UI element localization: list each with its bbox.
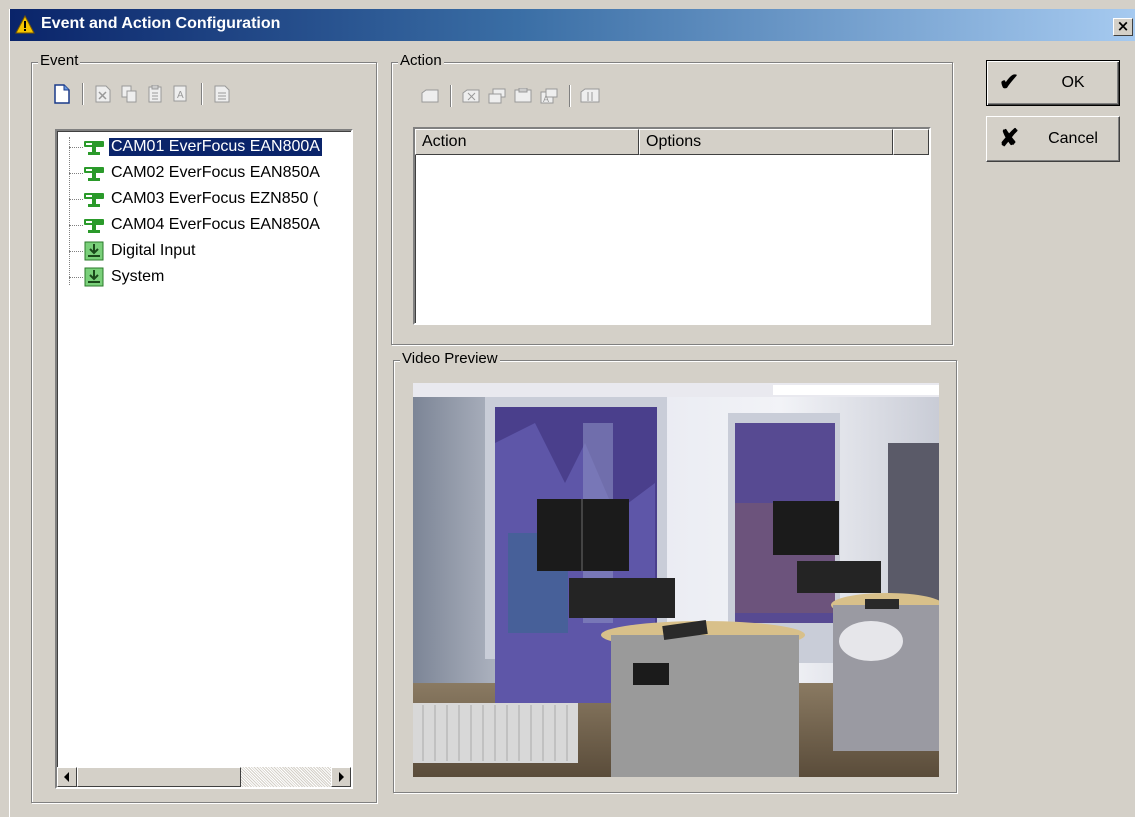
action-list-header: Action Options — [415, 129, 929, 155]
event-group-label: Event — [38, 52, 81, 69]
column-header-extra[interactable] — [893, 129, 929, 155]
cross-icon: ✘ — [999, 125, 1020, 152]
tree-connector — [69, 199, 83, 200]
tree-connector — [69, 225, 83, 226]
remove-action-icon[interactable] — [461, 86, 481, 106]
tree-item[interactable]: CAM04 EverFocus EAN850A — [83, 214, 322, 236]
tree-connector — [69, 147, 83, 148]
tree-item-label: CAM02 EverFocus EAN850A — [111, 164, 320, 181]
column-header-action[interactable]: Action — [415, 129, 639, 155]
camera-icon — [83, 189, 105, 209]
properties-icon[interactable] — [212, 84, 232, 104]
tree-item-label: CAM04 EverFocus EAN850A — [111, 216, 320, 233]
svg-text:A: A — [543, 94, 549, 104]
action-group-label: Action — [398, 52, 444, 69]
tree-connector — [69, 277, 83, 278]
edit-action-icon[interactable]: A — [539, 86, 559, 106]
copy-icon[interactable] — [119, 84, 139, 104]
ok-button[interactable]: ✔ OK — [986, 60, 1120, 106]
svg-text:A: A — [177, 90, 184, 101]
close-button[interactable]: × — [1113, 18, 1133, 36]
toolbar-separator — [201, 83, 202, 105]
dialog-window: Event and Action Configuration × Event A — [9, 9, 1135, 817]
tree-item[interactable]: Digital Input — [83, 240, 198, 262]
tree-item[interactable]: CAM02 EverFocus EAN850A — [83, 162, 322, 184]
column-header-options[interactable]: Options — [639, 129, 893, 155]
tree-item-label: CAM03 EverFocus EZN850 ( — [111, 190, 319, 207]
camera-icon — [83, 215, 105, 235]
event-group: Event A CAM01 EverFocus EAN800A CAM02 Ev… — [31, 52, 377, 803]
camera-icon — [83, 137, 105, 157]
tree-item[interactable]: System — [83, 266, 166, 288]
video-preview-image — [413, 383, 939, 777]
ok-button-label: OK — [1061, 74, 1085, 91]
toolbar-separator — [450, 85, 451, 107]
tree-item-label: Digital Input — [111, 242, 196, 259]
tree-item[interactable]: CAM01 EverFocus EAN800A — [83, 136, 323, 158]
toolbar-separator — [82, 83, 83, 105]
camera-snapshot — [413, 383, 939, 777]
input-icon — [83, 241, 105, 261]
event-toolbar: A — [52, 83, 232, 105]
paste-action-icon[interactable] — [513, 86, 533, 106]
event-tree[interactable]: CAM01 EverFocus EAN800A CAM02 EverFocus E… — [55, 129, 353, 789]
tree-connector — [69, 137, 70, 285]
rename-icon[interactable]: A — [171, 84, 191, 104]
scroll-right-button[interactable] — [331, 767, 351, 787]
action-properties-icon[interactable] — [580, 86, 600, 106]
action-list[interactable]: Action Options — [413, 127, 931, 325]
delete-icon[interactable] — [93, 84, 113, 104]
new-icon[interactable] — [52, 84, 72, 104]
input-icon — [83, 267, 105, 287]
horizontal-scrollbar[interactable] — [57, 767, 351, 787]
copy-action-icon[interactable] — [487, 86, 507, 106]
tree-item[interactable]: CAM03 EverFocus EZN850 ( — [83, 188, 320, 210]
action-group: Action A Action Options — [391, 52, 953, 345]
window-title: Event and Action Configuration — [41, 15, 281, 32]
title-bar: Event and Action Configuration × — [10, 9, 1135, 41]
warning-icon — [15, 15, 35, 34]
camera-icon — [83, 163, 105, 183]
scroll-thumb[interactable] — [77, 767, 241, 787]
cancel-button[interactable]: ✘ Cancel — [986, 116, 1120, 162]
cancel-button-label: Cancel — [1048, 130, 1098, 147]
add-action-icon[interactable] — [420, 86, 440, 106]
action-toolbar: A — [420, 85, 600, 107]
video-preview-label: Video Preview — [400, 350, 500, 367]
video-preview-group: Video Preview — [393, 350, 957, 793]
checkmark-icon: ✔ — [999, 69, 1020, 96]
paste-icon[interactable] — [145, 84, 165, 104]
toolbar-separator — [569, 85, 570, 107]
tree-item-label: CAM01 EverFocus EAN800A — [108, 137, 323, 157]
tree-connector — [69, 173, 83, 174]
scroll-left-button[interactable] — [57, 767, 77, 787]
tree-item-label: System — [111, 268, 165, 285]
tree-connector — [69, 251, 83, 252]
